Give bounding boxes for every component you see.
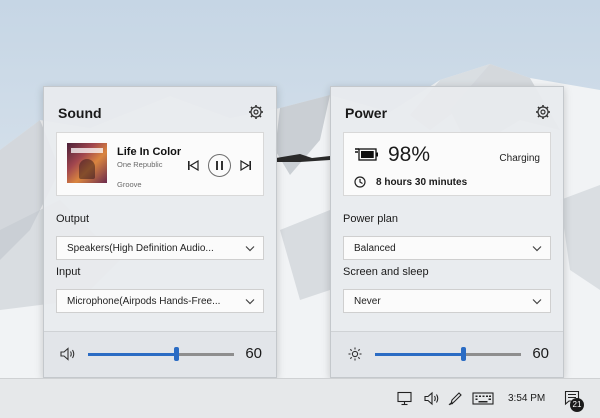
now-playing-card[interactable]: Life In Color One Republic Groove <box>56 132 264 196</box>
screen-sleep-value: Never <box>354 296 381 307</box>
volume-slider-fill <box>88 353 176 356</box>
volume-slider[interactable] <box>88 347 234 361</box>
output-device-dropdown[interactable]: Speakers(High Definition Audio... <box>56 236 264 260</box>
power-panel-title: Power <box>345 105 388 121</box>
power-plan-label: Power plan <box>343 213 399 225</box>
media-app-name: Groove <box>117 180 142 189</box>
notification-count-badge: 21 <box>570 398 584 412</box>
pause-icon <box>216 161 223 170</box>
input-label: Input <box>56 266 81 278</box>
pause-button[interactable] <box>208 154 231 177</box>
keyboard-icon[interactable] <box>472 391 494 406</box>
brightness-slider[interactable] <box>375 347 521 361</box>
input-device-dropdown[interactable]: Microphone(Airpods Hands-Free... <box>56 289 264 313</box>
battery-percentage: 98% <box>388 143 431 166</box>
sun-icon <box>348 347 362 361</box>
taskbar-clock[interactable]: 3:54 PM <box>508 393 545 404</box>
volume-value: 60 <box>245 345 262 362</box>
monitor-icon[interactable] <box>397 391 413 406</box>
screen-sleep-dropdown[interactable]: Never <box>343 289 551 313</box>
output-device-value: Speakers(High Definition Audio... <box>67 243 214 254</box>
chevron-down-icon <box>245 299 255 305</box>
pen-icon[interactable] <box>448 391 464 406</box>
next-track-icon[interactable] <box>240 160 252 171</box>
battery-status-card: 98% Charging 8 hours 30 minutes <box>343 132 551 196</box>
song-artist: One Republic <box>117 160 163 169</box>
screen-sleep-label: Screen and sleep <box>343 266 429 278</box>
chevron-down-icon <box>245 246 255 252</box>
song-title: Life In Color <box>117 146 182 158</box>
brightness-value: 60 <box>532 345 549 362</box>
power-plan-value: Balanced <box>354 243 396 254</box>
album-art-image <box>67 143 107 183</box>
brightness-slider-thumb[interactable] <box>460 347 466 361</box>
previous-track-icon[interactable] <box>187 160 199 171</box>
chevron-down-icon <box>532 246 542 252</box>
chevron-down-icon <box>532 299 542 305</box>
taskbar: 3:54 PM 21 <box>0 378 600 418</box>
speaker-icon[interactable] <box>424 391 440 406</box>
clock-icon <box>354 176 366 188</box>
sound-panel-title: Sound <box>58 105 102 121</box>
input-device-value: Microphone(Airpods Hands-Free... <box>67 296 221 307</box>
gear-icon[interactable] <box>535 104 551 120</box>
power-flyout: Power 98% Charging 8 hours 30 minutes Po… <box>330 86 564 378</box>
volume-bar: 60 <box>44 331 276 377</box>
speaker-icon[interactable] <box>60 347 76 361</box>
sound-flyout: Sound Life In Color One Republic Groove <box>43 86 277 378</box>
battery-fill <box>361 151 374 158</box>
battery-charging-icon <box>355 148 378 161</box>
gear-icon[interactable] <box>248 104 264 120</box>
output-label: Output <box>56 213 90 225</box>
battery-time-remaining: 8 hours 30 minutes <box>376 177 468 188</box>
charging-status: Charging <box>499 153 540 164</box>
brightness-slider-fill <box>375 353 463 356</box>
power-plan-dropdown[interactable]: Balanced <box>343 236 551 260</box>
volume-slider-thumb[interactable] <box>173 347 179 361</box>
brightness-bar: 60 <box>331 331 563 377</box>
